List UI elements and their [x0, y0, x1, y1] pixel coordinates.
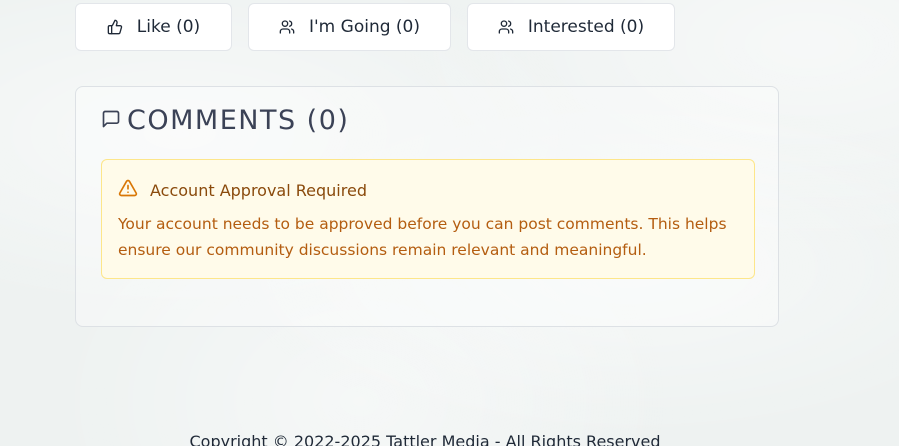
interested-button-label: Interested (0): [527, 17, 645, 37]
users-icon: [279, 19, 295, 35]
comments-section: COMMENTS (0) Account Approval Required Y…: [75, 86, 779, 327]
alert-message: Your account needs to be approved before…: [118, 215, 727, 259]
interested-button[interactable]: Interested (0): [467, 3, 675, 51]
footer-copyright: Copyright © 2022-2025 Tattler Media - Al…: [189, 432, 661, 446]
approval-alert: Account Approval Required Your account n…: [101, 159, 755, 279]
comments-title: COMMENTS (0): [127, 105, 350, 136]
users-icon: [498, 19, 514, 35]
thumbs-up-icon: [107, 19, 123, 35]
comments-heading: COMMENTS (0): [101, 105, 349, 136]
going-button-label: I'm Going (0): [309, 17, 420, 37]
going-button[interactable]: I'm Going (0): [248, 3, 451, 51]
message-square-icon: [101, 109, 121, 133]
like-button[interactable]: Like (0): [75, 3, 232, 51]
alert-triangle-icon: [118, 178, 138, 202]
alert-heading: Account Approval Required: [150, 180, 367, 200]
like-button-label: Like (0): [136, 17, 201, 37]
alert-header: Account Approval Required: [118, 178, 367, 202]
